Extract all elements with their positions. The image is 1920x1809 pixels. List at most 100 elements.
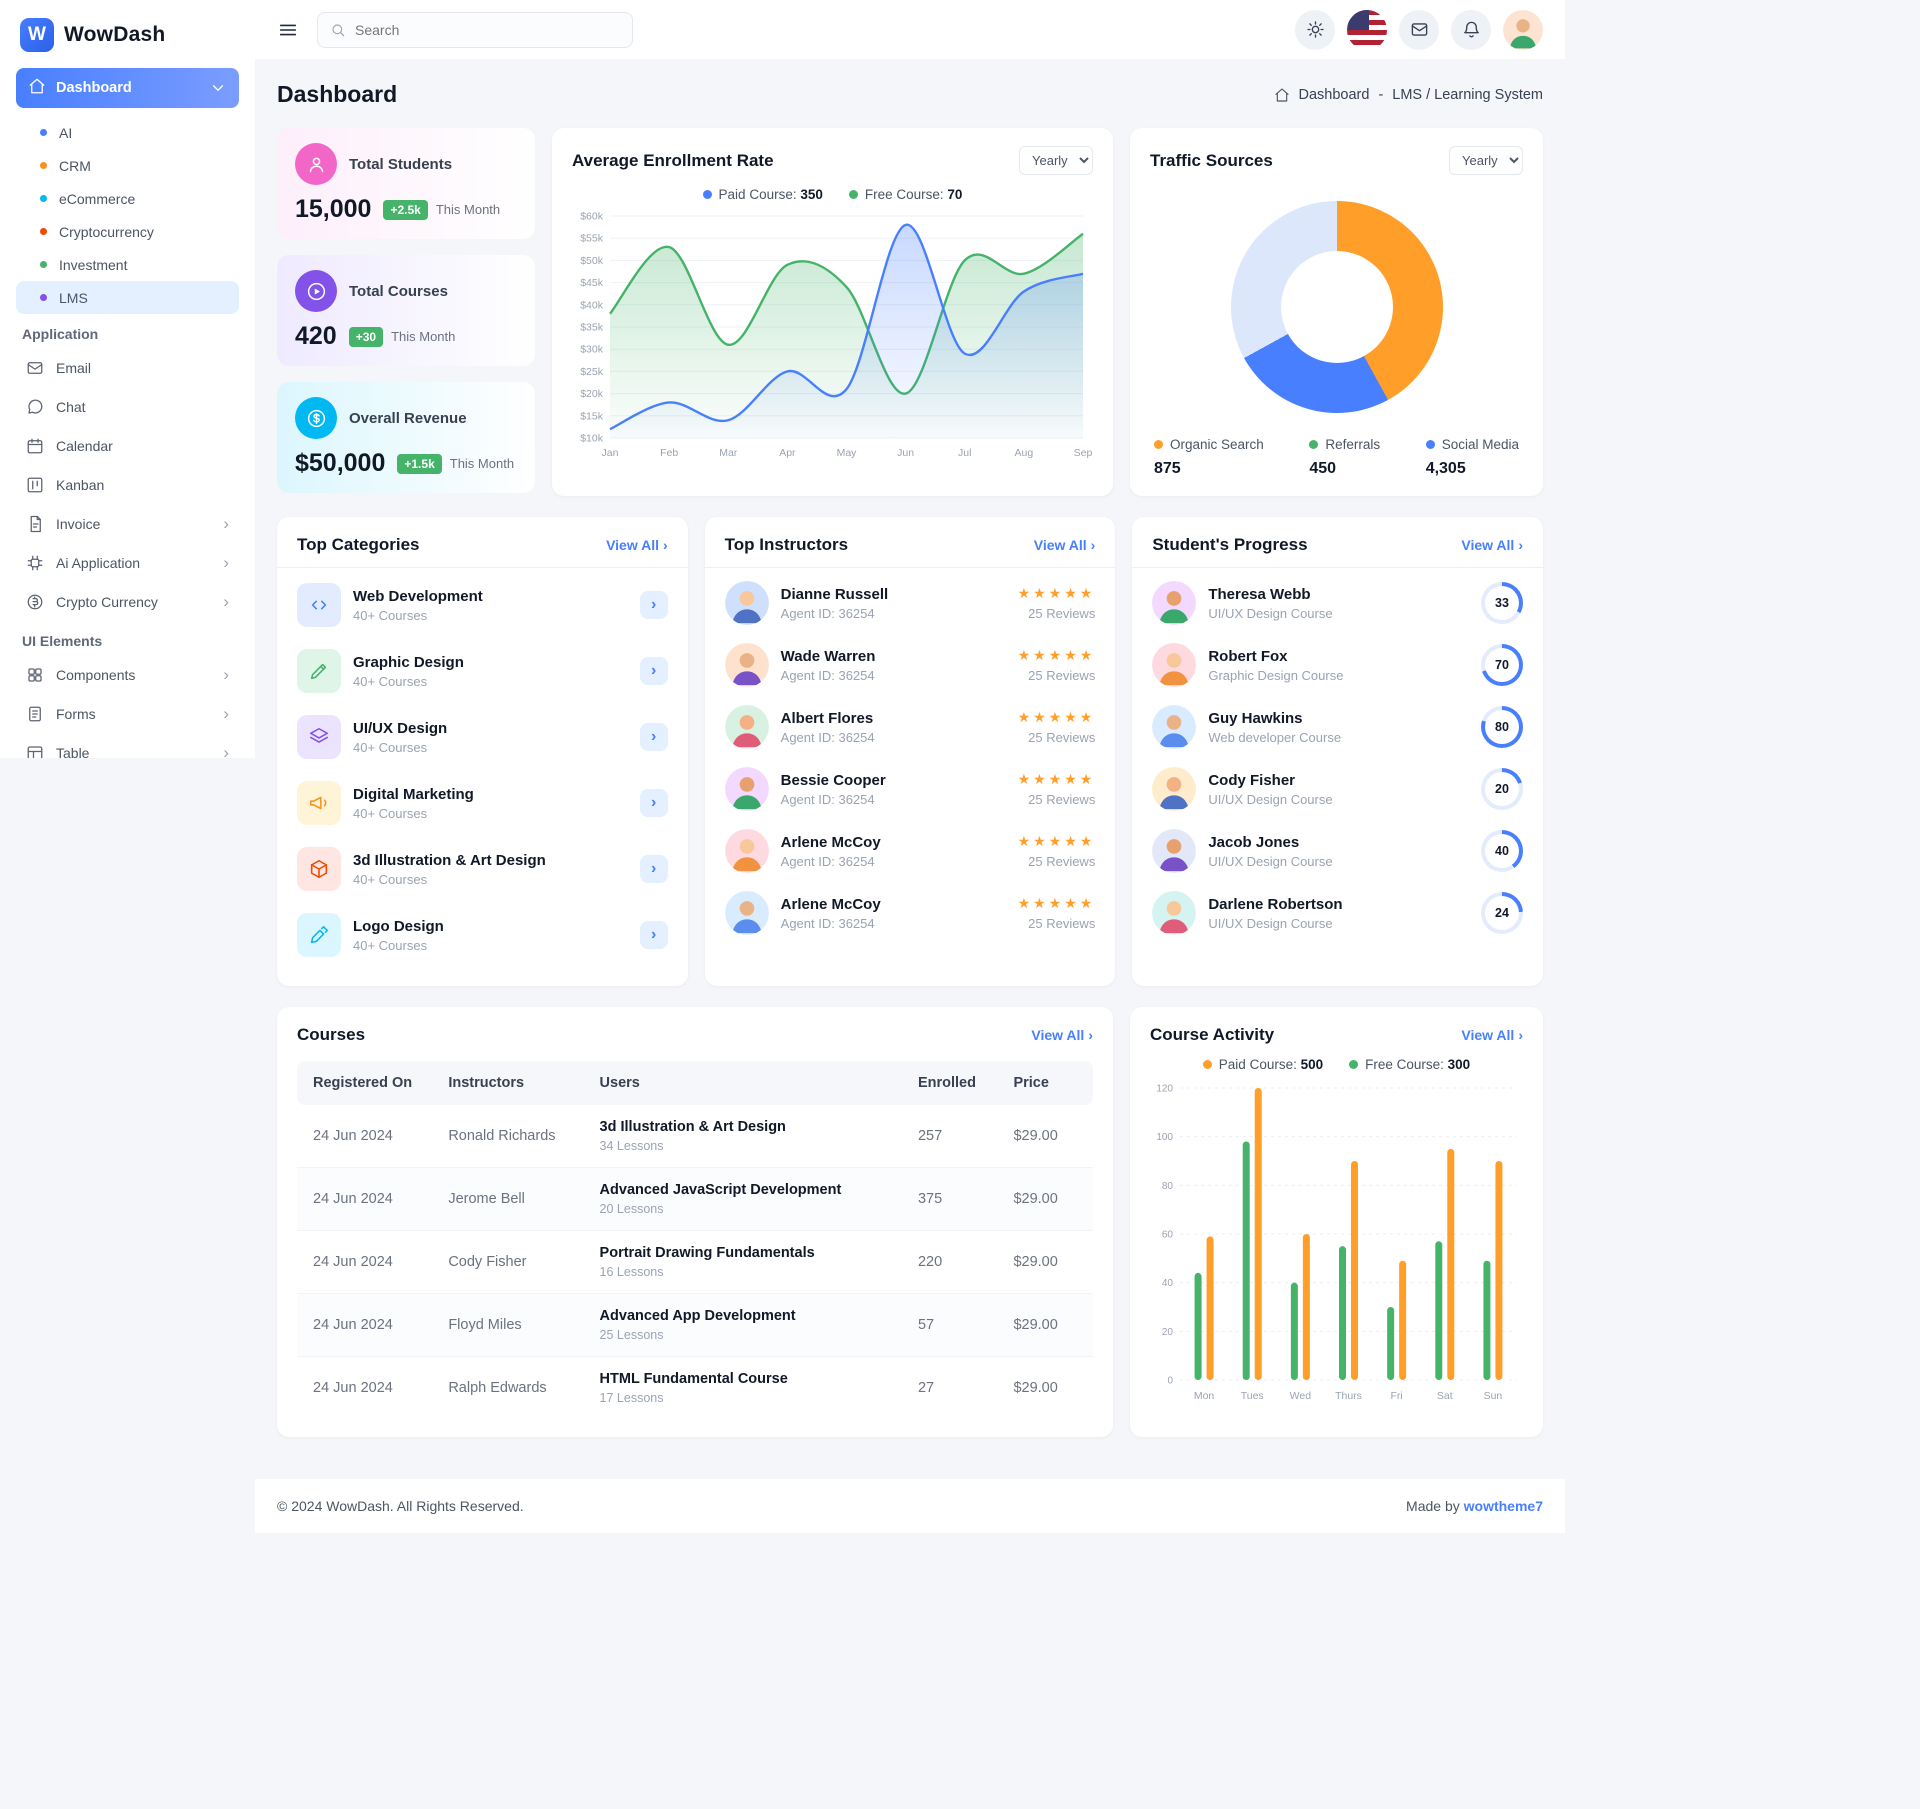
notifications-button[interactable] (1451, 10, 1491, 50)
sidebar-item-label: eCommerce (59, 191, 135, 207)
page-footer: © 2024 WowDash. All Rights Reserved. Mad… (255, 1479, 1565, 1533)
sidebar-item-forms[interactable]: Forms› (16, 694, 239, 733)
chevron-right-icon: › (223, 666, 229, 683)
rating-stars: ★★★★★ (1018, 833, 1096, 850)
sidebar-item-dashboard[interactable]: Dashboard (16, 68, 239, 108)
category-subtitle: 40+ Courses (353, 608, 483, 623)
traffic-value: 4,305 (1426, 460, 1519, 478)
course-cell: Advanced App Development25 Lessons (584, 1294, 902, 1357)
enrollment-period-select[interactable]: Yearly (1019, 146, 1093, 175)
sidebar-item-label: AI (59, 125, 72, 141)
top-instructors-card: Top Instructors View All› Dianne Russell… (705, 517, 1116, 986)
category-arrow-button[interactable]: › (640, 723, 668, 751)
sidebar-item-table[interactable]: Table› (16, 733, 239, 758)
language-flag-icon[interactable] (1347, 10, 1387, 50)
svg-text:Jun: Jun (897, 447, 914, 459)
breadcrumb-current: LMS / Learning System (1392, 87, 1543, 103)
category-arrow-button[interactable]: › (640, 789, 668, 817)
sidebar-item-kanban[interactable]: Kanban (16, 465, 239, 504)
sidebar-item-crypto-currency[interactable]: Crypto Currency› (16, 582, 239, 621)
instructor-item-dianne-russell: Dianne RussellAgent ID: 36254 ★★★★★25 Re… (725, 572, 1096, 634)
sidebar-item-ecommerce[interactable]: eCommerce (16, 182, 239, 215)
category-arrow-button[interactable]: › (640, 855, 668, 883)
stat-cards: Total Students 15,000+2.5kThis Month Tot… (277, 128, 535, 496)
category-title: UI/UX Design (353, 720, 447, 737)
sidebar-item-label: Forms (56, 706, 96, 722)
category-arrow-button[interactable]: › (640, 591, 668, 619)
messages-button[interactable] (1399, 10, 1439, 50)
layers-icon (297, 715, 341, 759)
sidebar-item-calendar[interactable]: Calendar (16, 426, 239, 465)
student-course: Graphic Design Course (1208, 668, 1343, 683)
stat-card-total-courses: Total Courses 420+30This Month (277, 255, 535, 366)
instructor-item-wade-warren: Wade WarrenAgent ID: 36254 ★★★★★25 Revie… (725, 634, 1096, 696)
enrollment-legend: Paid Course: 350Free Course: 70 (572, 187, 1093, 202)
svg-text:120: 120 (1156, 1084, 1173, 1095)
course-instructor: Cody Fisher (432, 1231, 583, 1294)
progress-value: 80 (1485, 710, 1519, 744)
sidebar-item-label: Cryptocurrency (59, 224, 154, 240)
wowtheme7-link[interactable]: wowtheme7 (1464, 1498, 1543, 1514)
sidebar-item-cryptocurrency[interactable]: Cryptocurrency (16, 215, 239, 248)
traffic-period-select[interactable]: Yearly (1449, 146, 1523, 175)
category-arrow-button[interactable]: › (640, 921, 668, 949)
main-area: Dashboard Dashboard - LMS / Learning Sys… (255, 0, 1565, 1533)
sidebar-item-chat[interactable]: Chat (16, 387, 239, 426)
sidebar-item-crm[interactable]: CRM (16, 149, 239, 182)
sidebar-item-label: Invoice (56, 516, 100, 532)
sidebar-item-lms[interactable]: LMS (16, 281, 239, 314)
progress-value: 24 (1485, 896, 1519, 930)
students-progress-card: Student's Progress View All› Theresa Web… (1132, 517, 1543, 986)
svg-text:$25k: $25k (580, 366, 604, 378)
top-instructors-view-all-link[interactable]: View All› (1034, 537, 1096, 553)
reviews-count: 25 Reviews (1018, 916, 1096, 931)
legend-item: Free Course: 70 (849, 187, 963, 202)
instructor-agent-id: Agent ID: 36254 (781, 916, 881, 931)
category-title: Logo Design (353, 918, 444, 935)
breadcrumb-home[interactable]: Dashboard (1299, 87, 1370, 103)
progress-value: 40 (1485, 834, 1519, 868)
page-title: Dashboard (277, 81, 397, 108)
course-enrolled: 257 (902, 1105, 998, 1168)
kanban-icon (26, 476, 44, 494)
svg-text:20: 20 (1162, 1327, 1174, 1338)
category-item-logo-design: Logo Design40+ Courses › (297, 902, 668, 968)
menu-toggle-icon[interactable] (277, 19, 299, 41)
table-row: 24 Jun 2024 Jerome Bell Advanced JavaScr… (297, 1168, 1093, 1231)
theme-toggle-button[interactable] (1295, 10, 1335, 50)
app-logo[interactable]: W WowDash (16, 14, 239, 68)
courses-column-instructors: Instructors (432, 1061, 583, 1105)
course-activity-title: Course Activity (1150, 1025, 1274, 1045)
progress-value: 20 (1485, 772, 1519, 806)
app-root: W WowDash Dashboard AI CRM eCommerce Crypto… (0, 0, 1565, 1809)
legend-item: Paid Course: 500 (1203, 1057, 1323, 1072)
course-cell: Advanced JavaScript Development20 Lesson… (584, 1168, 902, 1231)
avatar (1152, 643, 1196, 687)
category-title: Graphic Design (353, 654, 464, 671)
user-avatar[interactable] (1503, 10, 1543, 50)
courses-view-all-link[interactable]: View All› (1031, 1027, 1093, 1043)
svg-text:Thurs: Thurs (1335, 1390, 1362, 1402)
students-progress-view-all-link[interactable]: View All› (1461, 537, 1523, 553)
search-input[interactable] (355, 22, 620, 38)
course-date: 24 Jun 2024 (297, 1231, 432, 1294)
sidebar-item-email[interactable]: Email (16, 348, 239, 387)
category-arrow-button[interactable]: › (640, 657, 668, 685)
avatar (725, 891, 769, 935)
sidebar-item-ai[interactable]: AI (16, 116, 239, 149)
student-name: Guy Hawkins (1208, 710, 1341, 727)
bullet-dot (40, 294, 47, 301)
svg-text:Sat: Sat (1437, 1390, 1453, 1402)
category-subtitle: 40+ Courses (353, 872, 546, 887)
sidebar-item-ai-application[interactable]: Ai Application› (16, 543, 239, 582)
sidebar-item-components[interactable]: Components› (16, 655, 239, 694)
avatar (1152, 767, 1196, 811)
student-name: Robert Fox (1208, 648, 1343, 665)
sidebar-item-invoice[interactable]: Invoice› (16, 504, 239, 543)
table-icon (26, 744, 44, 759)
course-activity-view-all-link[interactable]: View All› (1461, 1027, 1523, 1043)
top-categories-view-all-link[interactable]: View All› (606, 537, 668, 553)
sidebar-item-investment[interactable]: Investment (16, 248, 239, 281)
student-course: UI/UX Design Course (1208, 854, 1332, 869)
sidebar-item-label: Calendar (56, 438, 113, 454)
